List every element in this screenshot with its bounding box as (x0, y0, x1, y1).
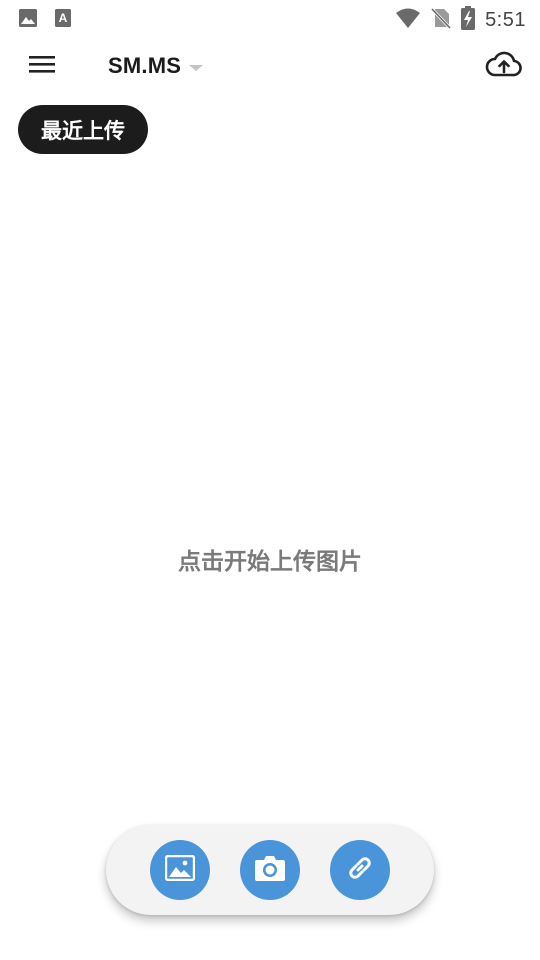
screen: A 5:51 SM.MS 最近上传 点击开始上传图片 (0, 0, 540, 960)
no-sim-icon (430, 7, 452, 33)
wifi-icon (395, 7, 421, 33)
status-bar-right: 5:51 (395, 6, 526, 34)
text-a-icon: A (54, 8, 72, 32)
camera-button[interactable] (240, 840, 300, 900)
app-bar: SM.MS (0, 38, 540, 94)
svg-text:A: A (59, 11, 68, 25)
status-bar-left: A (18, 8, 72, 32)
upload-action-bar (106, 825, 434, 915)
cloud-upload-button[interactable] (482, 46, 526, 86)
status-time: 5:51 (485, 8, 526, 31)
recent-uploads-chip[interactable]: 最近上传 (18, 105, 148, 154)
camera-icon (254, 854, 286, 886)
link-button[interactable] (330, 840, 390, 900)
gallery-button[interactable] (150, 840, 210, 900)
host-selector[interactable]: SM.MS (108, 48, 204, 84)
status-bar: A 5:51 (0, 0, 540, 36)
link-icon (345, 853, 375, 887)
app-title: SM.MS (108, 53, 182, 78)
cloud-upload-icon (485, 49, 523, 83)
menu-button[interactable] (24, 50, 60, 82)
image-icon (18, 8, 38, 32)
battery-charging-icon (461, 6, 476, 34)
menu-icon (29, 54, 55, 78)
empty-state-hint[interactable]: 点击开始上传图片 (0, 542, 540, 576)
gallery-icon (164, 854, 196, 885)
dropdown-caret-icon (189, 57, 204, 76)
